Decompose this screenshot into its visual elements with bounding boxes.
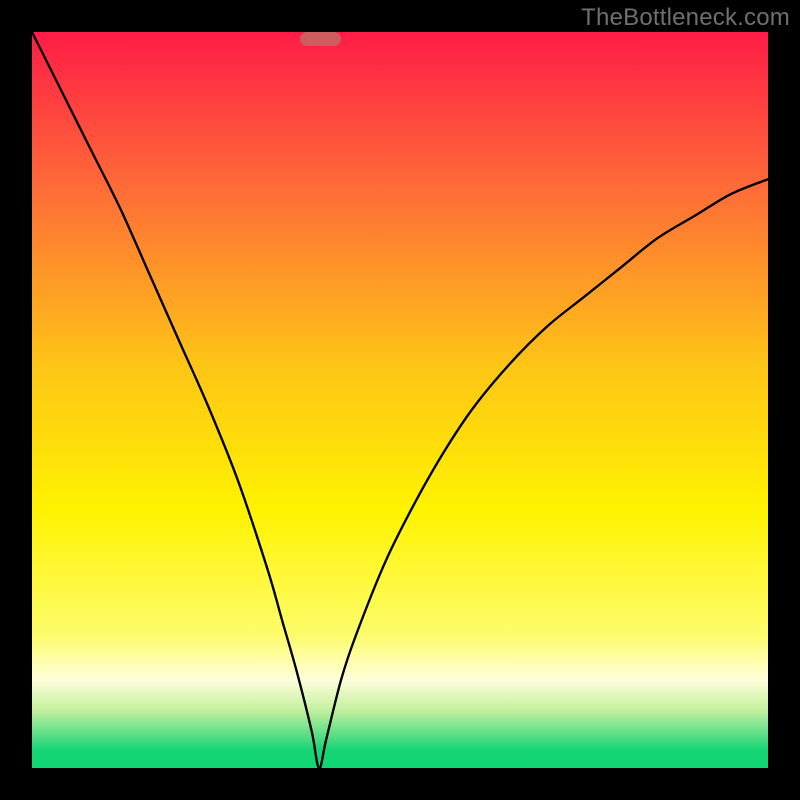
plot-area (32, 32, 768, 768)
watermark-text: TheBottleneck.com (581, 4, 790, 32)
optimum-marker (300, 32, 341, 46)
bottleneck-curve (32, 32, 768, 768)
outer-frame: TheBottleneck.com (0, 0, 800, 800)
